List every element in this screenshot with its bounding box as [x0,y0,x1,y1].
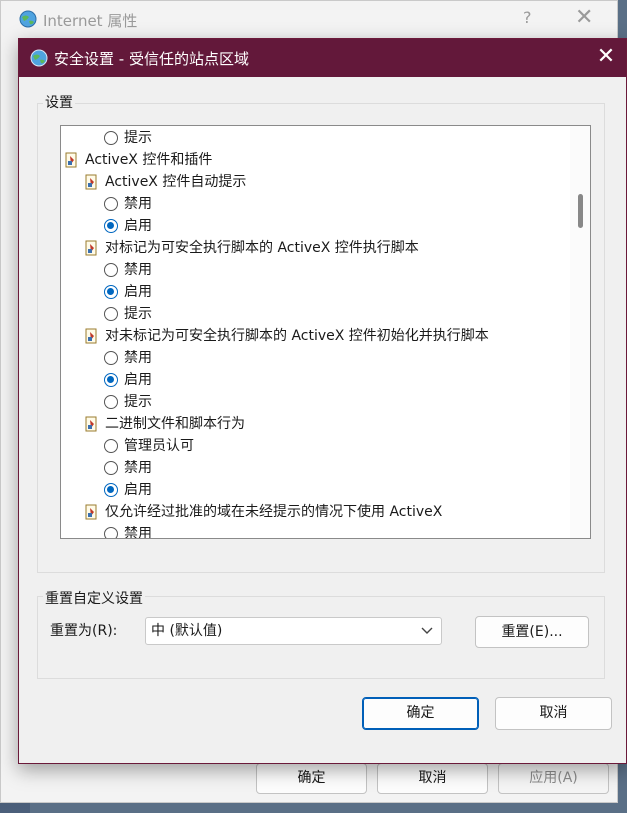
radio-option[interactable]: 提示 [61,127,571,149]
scrollbar[interactable] [570,126,590,538]
settings-category: 仅允许经过批准的域在未经提示的情况下使用 ActiveX [61,501,571,523]
radio-option[interactable]: 禁用 [61,523,571,539]
settings-page-icon [85,240,97,256]
settings-category: ActiveX 控件和插件 [61,149,571,171]
radio-option[interactable]: 提示 [61,303,571,325]
radio-option[interactable]: 提示 [61,391,571,413]
tree-item-label: 提示 [124,394,152,410]
settings-category: 二进制文件和脚本行为 [61,413,571,435]
dialog-title: 安全设置 - 受信任的站点区域 [54,50,249,68]
radio-unselected-icon[interactable] [104,197,118,211]
tree-item-label: 仅允许经过批准的域在未经提示的情况下使用 ActiveX [105,504,443,520]
settings-page-icon [65,152,77,168]
tree-item-label: 禁用 [124,350,152,366]
radio-selected-icon[interactable] [104,483,118,497]
radio-unselected-icon[interactable] [104,395,118,409]
radio-unselected-icon[interactable] [104,307,118,321]
radio-option[interactable]: 禁用 [61,457,571,479]
tree-item-label: 禁用 [124,262,152,278]
tree-item-label: 对标记为可安全执行脚本的 ActiveX 控件执行脚本 [105,240,419,256]
radio-unselected-icon[interactable] [104,131,118,145]
settings-tree[interactable]: 提示 ActiveX 控件和插件 ActiveX 控件自动提示 禁用 启用 对标记为可安全… [60,125,591,539]
radio-option[interactable]: 启用 [61,281,571,303]
tree-item-label: 启用 [124,284,152,300]
tree-item-label: 提示 [124,130,152,146]
apply-button[interactable]: 应用(A) [498,763,609,794]
tree-item-label: ActiveX 控件自动提示 [105,174,247,190]
radio-unselected-icon[interactable] [104,263,118,277]
tree-item-label: 禁用 [124,196,152,212]
radio-option[interactable]: 管理员认可 [61,435,571,457]
reset-level-value: 中 (默认值) [151,623,223,639]
radio-option[interactable]: 禁用 [61,259,571,281]
settings-group-label: 设置 [43,92,75,112]
tree-item-label: 启用 [124,218,152,234]
settings-page-icon [85,416,97,432]
radio-unselected-icon[interactable] [104,461,118,475]
settings-category: ActiveX 控件自动提示 [61,171,571,193]
security-settings-dialog: 安全设置 - 受信任的站点区域 ✕ 设置 提示 ActiveX 控件和插件 Acti… [18,38,627,764]
reset-button[interactable]: 重置(E)... [475,616,589,648]
radio-option[interactable]: 禁用 [61,193,571,215]
globe-icon [30,49,48,67]
settings-category: 对标记为可安全执行脚本的 ActiveX 控件执行脚本 [61,237,571,259]
settings-page-icon [85,328,97,344]
radio-unselected-icon[interactable] [104,439,118,453]
radio-selected-icon[interactable] [104,285,118,299]
close-button[interactable]: ✕ [592,42,620,72]
reset-group-label: 重置自定义设置 [43,588,145,608]
radio-option[interactable]: 启用 [61,479,571,501]
reset-level-select[interactable]: 中 (默认值) [145,617,442,645]
ok-button[interactable]: 确定 [256,763,367,794]
chevron-down-icon [421,618,433,653]
window-title: Internet 属性 [43,12,138,30]
tree-item-label: 管理员认可 [124,438,194,454]
radio-selected-icon[interactable] [104,219,118,233]
settings-page-icon [85,174,97,190]
radio-unselected-icon[interactable] [104,527,118,538]
tree-item-label: ActiveX 控件和插件 [85,152,213,168]
scrollbar-thumb[interactable] [578,194,583,228]
radio-selected-icon[interactable] [104,373,118,387]
globe-icon [19,10,37,28]
tree-item-label: 二进制文件和脚本行为 [105,416,245,432]
help-button[interactable]: ? [523,8,532,27]
dialog-titlebar: 安全设置 - 受信任的站点区域 ✕ [19,39,626,77]
radio-option[interactable]: 启用 [61,369,571,391]
ok-button[interactable]: 确定 [362,697,479,730]
tree-item-label: 提示 [124,306,152,322]
tree-item-label: 启用 [124,372,152,388]
radio-option[interactable]: 启用 [61,215,571,237]
settings-category: 对未标记为可安全执行脚本的 ActiveX 控件初始化并执行脚本 [61,325,571,347]
tree-item-label: 启用 [124,482,152,498]
close-button[interactable]: ✕ [575,5,593,30]
cancel-button[interactable]: 取消 [377,763,488,794]
settings-page-icon [85,504,97,520]
cancel-button[interactable]: 取消 [495,697,612,730]
tree-item-label: 禁用 [124,460,152,476]
radio-unselected-icon[interactable] [104,351,118,365]
tree-item-label: 禁用 [124,526,152,539]
tree-item-label: 对未标记为可安全执行脚本的 ActiveX 控件初始化并执行脚本 [105,328,489,344]
radio-option[interactable]: 禁用 [61,347,571,369]
reset-to-label: 重置为(R): [50,623,118,639]
